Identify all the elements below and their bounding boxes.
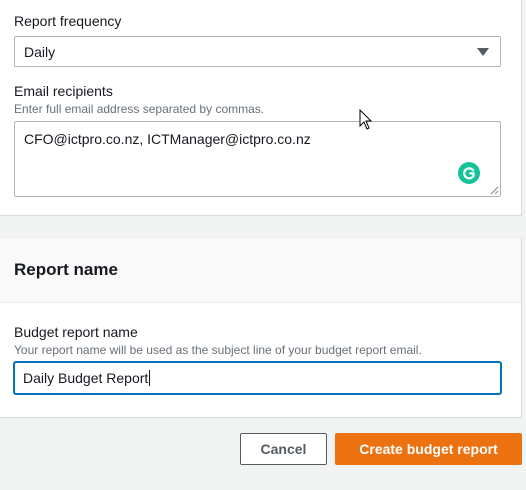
email-recipients-textarea[interactable]: CFO@ictpro.co.nz, ICTManager@ictpro.co.n… [14,121,501,197]
budget-report-name-value: Daily Budget Report [23,370,151,386]
budget-report-name-input[interactable]: Daily Budget Report [14,362,501,394]
delivery-settings-panel: Report frequency Daily Email recipients … [0,0,522,216]
create-budget-report-button[interactable]: Create budget report [335,433,522,465]
report-name-panel: Report name Budget report name Your repo… [0,237,522,418]
report-frequency-label: Report frequency [14,13,122,29]
email-recipients-value: CFO@ictpro.co.nz, ICTManager@ictpro.co.n… [24,131,311,147]
email-recipients-hint: Enter full email address separated by co… [14,102,265,116]
resize-grip-icon[interactable] [490,186,499,195]
grammarly-icon[interactable] [458,162,480,184]
mouse-cursor-icon [359,109,373,130]
report-name-title: Report name [14,260,118,279]
dropdown-caret-icon [477,48,489,56]
budget-report-name-label: Budget report name [14,324,138,340]
text-caret [149,370,151,386]
report-frequency-select[interactable]: Daily [14,36,501,67]
budget-report-name-hint: Your report name will be used as the sub… [14,343,422,357]
report-frequency-value: Daily [24,44,56,60]
email-recipients-label: Email recipients [14,83,113,99]
cancel-button[interactable]: Cancel [240,433,327,465]
report-name-header: Report name [0,238,521,303]
